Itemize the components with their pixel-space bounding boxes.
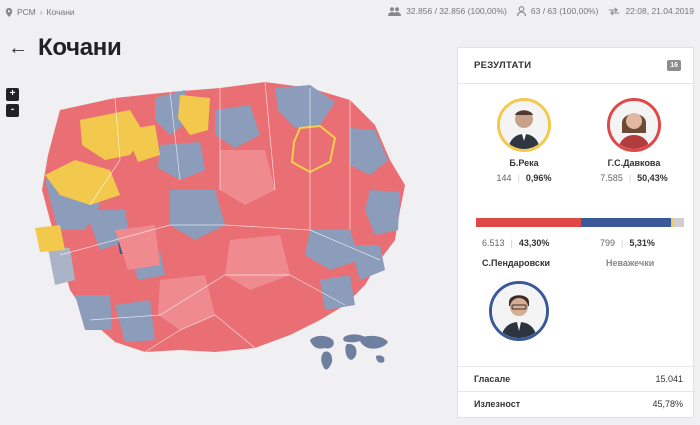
invalid-result: 799 | 5,31% (600, 238, 655, 248)
bar-segment-davkova (476, 218, 581, 227)
candidate-percent: 43,30% (518, 238, 550, 248)
results-map[interactable] (20, 80, 450, 390)
stations-count: 63 / 63 (100,00%) (530, 6, 599, 16)
chevron-right-icon: › (39, 7, 43, 17)
summary-row-turnout: Излезност 45,78% (458, 391, 695, 416)
divider: | (628, 173, 632, 183)
candidate-votes: 7.585 (600, 173, 623, 183)
invalid-votes: 799 (600, 238, 616, 248)
avatar (489, 281, 549, 341)
invalid-percent: 5,31% (629, 238, 655, 248)
candidate-votes: 144 (496, 173, 512, 183)
updated-stat: 22:08, 21.04.2019 (608, 6, 694, 16)
results-bar (476, 218, 684, 227)
summary-value: 45,78% (652, 399, 683, 409)
region-blue[interactable] (320, 275, 355, 310)
top-bar: РСМ › Кочани 32.856 / 32.856 (100,00%) 6… (0, 0, 700, 24)
avatar (497, 98, 551, 152)
candidate-name: Г.С.Давкова (607, 158, 661, 168)
breadcrumb-root[interactable]: РСМ (17, 7, 36, 17)
zoom-in-button[interactable]: + (6, 88, 19, 101)
updated-time: 22:08, 21.04.2019 (625, 6, 694, 16)
title-row: ← Кочани (8, 34, 122, 62)
person-portrait-icon (610, 101, 658, 149)
panel-title: РЕЗУЛТАТИ (474, 60, 532, 71)
person-portrait-icon (492, 284, 546, 338)
candidate-card[interactable]: Б.Река 144 | 0,96% (474, 98, 574, 183)
location-icon (5, 7, 13, 17)
invalid-label: Неважечки (606, 258, 655, 268)
back-arrow-icon[interactable]: ← (8, 38, 28, 58)
divider: | (510, 238, 513, 248)
candidate-result: 6.513 | 43,30% (482, 238, 549, 248)
summary-label: Излезност (474, 399, 521, 409)
bar-segment-invalid (672, 218, 684, 227)
summary-value: 15.041 (655, 374, 683, 384)
breadcrumb: РСМ › Кочани (5, 7, 75, 17)
breadcrumb-current: Кочани (46, 7, 75, 17)
bar-segment-pendarovski (580, 218, 671, 227)
summary-table: Гласале 15.041 Излезност 45,78% (458, 366, 695, 416)
divider: | (517, 173, 520, 183)
region-blue[interactable] (75, 295, 112, 330)
candidate-card[interactable]: Г.С.Давкова 7.585 | 50,43% (584, 98, 684, 183)
stations-stat: 63 / 63 (100,00%) (516, 6, 599, 16)
refresh-arrows-icon (609, 7, 620, 15)
world-minimap (310, 334, 388, 370)
results-panel: РЕЗУЛТАТИ 16 Б.Река 144 | 0,96% Г.С.Давк… (457, 47, 695, 418)
user-icon (516, 6, 526, 16)
candidate-result: 7.585 | 50,43% (584, 173, 684, 183)
summary-label: Гласале (474, 374, 511, 384)
stats-bar: 32.856 / 32.856 (100,00%) 63 / 63 (100,0… (388, 6, 694, 16)
candidate-name: С.Пендаровски (482, 258, 550, 268)
zoom-controls: + - (6, 88, 19, 117)
results-badge: 16 (667, 60, 681, 71)
candidate-percent: 50,43% (637, 173, 668, 183)
candidate-card[interactable] (488, 281, 550, 341)
candidate-name: Б.Река (509, 158, 539, 168)
person-portrait-icon (500, 101, 548, 149)
summary-row-votes: Гласале 15.041 (458, 366, 695, 391)
page-title: Кочани (38, 34, 122, 61)
zoom-out-button[interactable]: - (6, 104, 19, 117)
divider: | (621, 238, 624, 248)
candidate-votes: 6.513 (482, 238, 505, 248)
panel-header: РЕЗУЛТАТИ 16 (458, 48, 693, 84)
candidate-result: 144 | 0,96% (474, 173, 574, 183)
people-icon (388, 6, 402, 16)
voters-count: 32.856 / 32.856 (100,00%) (406, 6, 507, 16)
voters-stat: 32.856 / 32.856 (100,00%) (388, 6, 507, 16)
candidate-percent: 0,96% (525, 173, 552, 183)
avatar (607, 98, 661, 152)
region-yellow[interactable] (35, 225, 65, 252)
